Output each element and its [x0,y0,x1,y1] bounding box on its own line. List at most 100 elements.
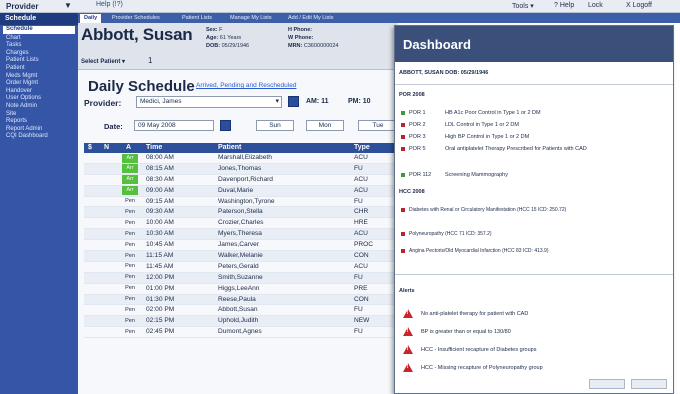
patient-name-link[interactable]: Walker,Melanie [218,252,263,259]
sidebar-item-note-admin[interactable]: Note Admin [0,103,78,111]
arrival-status-badge[interactable]: Arr [122,164,138,174]
arrival-status-badge[interactable]: Pen [122,328,138,337]
sidebar-item-reports[interactable]: Reports [0,118,78,126]
help-button[interactable]: ? Help [554,2,574,9]
alert-item[interactable]: BP is greater than or equal to 130/80 [403,327,511,336]
calendar-icon[interactable] [220,120,231,131]
sidebar-item-patient-lists[interactable]: Patient Lists [0,57,78,65]
col-notes[interactable]: N [104,144,109,151]
lock-button[interactable]: Lock [588,2,603,9]
arrival-status-badge[interactable]: Pen [122,317,138,326]
arrival-status-badge[interactable]: Pen [122,197,138,206]
table-row[interactable]: Pen 12:00 PM Smith,Suzanne FU [84,272,398,284]
alert-item[interactable]: HCC - Missing recapture of Polyneuropath… [403,363,543,372]
day-button-tue[interactable]: Tue [358,120,398,131]
patient-name-link[interactable]: Smith,Suzanne [218,274,263,281]
col-type[interactable]: Type [354,144,370,151]
patient-name-link[interactable]: Dumont,Agnes [218,328,262,335]
por-item[interactable]: POR 1 HB A1c Poor Control in Type 1 or 2 … [401,110,541,116]
table-row[interactable]: Pen 10:00 AM Crozier,Charles HRE [84,218,398,230]
patient-name-link[interactable]: Higgs,LeeAnn [218,285,259,292]
patient-name-link[interactable]: Marshall,Elizabeth [218,154,272,161]
arrival-status-badge[interactable]: Arr [122,186,138,196]
patient-name-link[interactable]: Crozier,Charles [218,219,263,226]
patient-name-link[interactable]: Uphold,Judith [218,317,258,324]
arrival-status-badge[interactable]: Pen [122,306,138,315]
arrival-status-badge[interactable]: Pen [122,241,138,250]
tab-manage-my-lists[interactable]: Manage My Lists [226,14,276,23]
por-item[interactable]: POR 3 High BP Control in Type 1 or 2 DM [401,134,529,140]
arrival-status-badge[interactable]: Pen [122,262,138,271]
provider-menu[interactable]: Provider [6,2,38,11]
por-item[interactable]: POR 2 LDL Control in Type 1 or 2 DM [401,122,519,128]
tab-provider-schedules[interactable]: Provider Schedules [108,14,164,23]
sidebar-item-handover[interactable]: Handover [0,88,78,96]
por-item[interactable]: POR 112 Screening Mammography [401,172,508,178]
arrival-status-badge[interactable]: Arr [122,175,138,185]
tools-menu[interactable]: Tools ▾ [512,2,534,10]
patient-name-link[interactable]: Myers,Theresa [218,230,262,237]
tab-daily[interactable]: Daily [80,14,102,23]
dashboard-footer-button[interactable] [631,379,667,389]
patient-name-link[interactable]: Paterson,Stella [218,208,263,215]
arrival-status-badge[interactable]: Pen [122,284,138,293]
day-button-mon[interactable]: Mon [306,120,344,131]
table-row[interactable]: Pen 11:15 AM Walker,Melanie CON [84,251,398,262]
date-input[interactable]: 09 May 2008 [134,120,214,131]
arrival-status-badge[interactable]: Pen [122,273,138,282]
table-row[interactable]: Pen 01:00 PM Higgs,LeeAnn PRE [84,284,398,295]
sidebar-item-cqi-dashboard[interactable]: CQI Dashboard [0,133,78,141]
arrived-pending-link[interactable]: Arrived, Pending and Rescheduled [196,82,296,89]
table-row[interactable]: Arr 08:15 AM Jones,Thomas FU [84,163,398,175]
tab-add-edit-my-lists[interactable]: Add / Edit My Lists [284,14,338,23]
col-patient[interactable]: Patient [218,144,241,151]
arrival-status-badge[interactable]: Pen [122,295,138,304]
patient-name-link[interactable]: Davenport,Richard [218,176,273,183]
sidebar-item-charges[interactable]: Charges [0,50,78,58]
hcc-item[interactable]: Angina Pectoris/Old Myocardial Infarctio… [401,248,667,255]
patient-name-link[interactable]: Abbott,Susan [218,306,258,313]
help-link[interactable]: Help (!?) [96,1,123,8]
table-row[interactable]: Arr 08:00 AM Marshall,Elizabeth ACU [84,153,398,164]
patient-name-link[interactable]: Reese,Paula [218,296,256,303]
sidebar-item-tasks[interactable]: Tasks [0,42,78,50]
table-row[interactable]: Pen 01:30 PM Reese,Paula CON [84,294,398,306]
table-row[interactable]: Pen 02:00 PM Abbott,Susan FU [84,305,398,317]
sidebar-item-report-admin[interactable]: Report Admin [0,126,78,134]
sidebar-item-meds-mgmt[interactable]: Meds Mgmt [0,73,78,81]
provider-select[interactable]: Medici, James ▾ [136,96,282,108]
sidebar-item-chart[interactable]: Chart [0,35,78,43]
arrival-status-badge[interactable]: Pen [122,230,138,239]
arrival-status-badge[interactable]: Arr [122,153,138,163]
col-arrival[interactable]: A [126,144,131,151]
sidebar-item-site[interactable]: Site [0,111,78,119]
patient-name-link[interactable]: Jones,Thomas [218,165,261,172]
chevron-down-icon[interactable]: ▼ [64,1,72,10]
alert-item[interactable]: HCC - Insufficient recapture of Diabetes… [403,345,536,354]
dashboard-footer-button[interactable] [589,379,625,389]
table-row[interactable]: Pen 02:15 PM Uphold,Judith NEW [84,316,398,328]
sidebar-item-schedule[interactable]: Schedule [3,26,75,34]
day-button-sun[interactable]: Sun [256,120,294,131]
table-row[interactable]: Arr 09:00 AM Duval,Marie ACU [84,185,398,197]
table-row[interactable]: Arr 08:30 AM Davenport,Richard ACU [84,175,398,186]
sidebar-item-user-options[interactable]: User Options [0,95,78,103]
alert-item[interactable]: No anti-platelet therapy for patient wit… [403,309,528,318]
sidebar-item-order-mgmt[interactable]: Order Mgmt [0,80,78,88]
arrival-status-badge[interactable]: Pen [122,252,138,261]
arrival-status-badge[interactable]: Pen [122,219,138,228]
table-row[interactable]: Pen 11:45 AM Peters,Gerald ACU [84,262,398,273]
sidebar-item-patient[interactable]: Patient [0,65,78,73]
por-item[interactable]: POR 5 Oral antiplatelet Therapy Prescribe… [401,146,587,152]
col-time[interactable]: Time [146,144,162,151]
tab-patient-lists[interactable]: Patient Lists [178,14,216,23]
arrival-status-badge[interactable]: Pen [122,208,138,217]
patient-name-link[interactable]: Washington,Tyrone [218,198,275,205]
table-row[interactable]: Pen 10:45 AM James,Carver PROC [84,240,398,252]
hcc-item[interactable]: Diabetes with Renal or Circulatory Manif… [401,207,667,214]
col-billing[interactable]: $ [88,144,92,151]
close-icon[interactable] [659,30,669,40]
provider-go-icon[interactable] [288,96,299,107]
patient-name-link[interactable]: James,Carver [218,241,259,248]
table-row[interactable]: Pen 10:30 AM Myers,Theresa ACU [84,229,398,241]
